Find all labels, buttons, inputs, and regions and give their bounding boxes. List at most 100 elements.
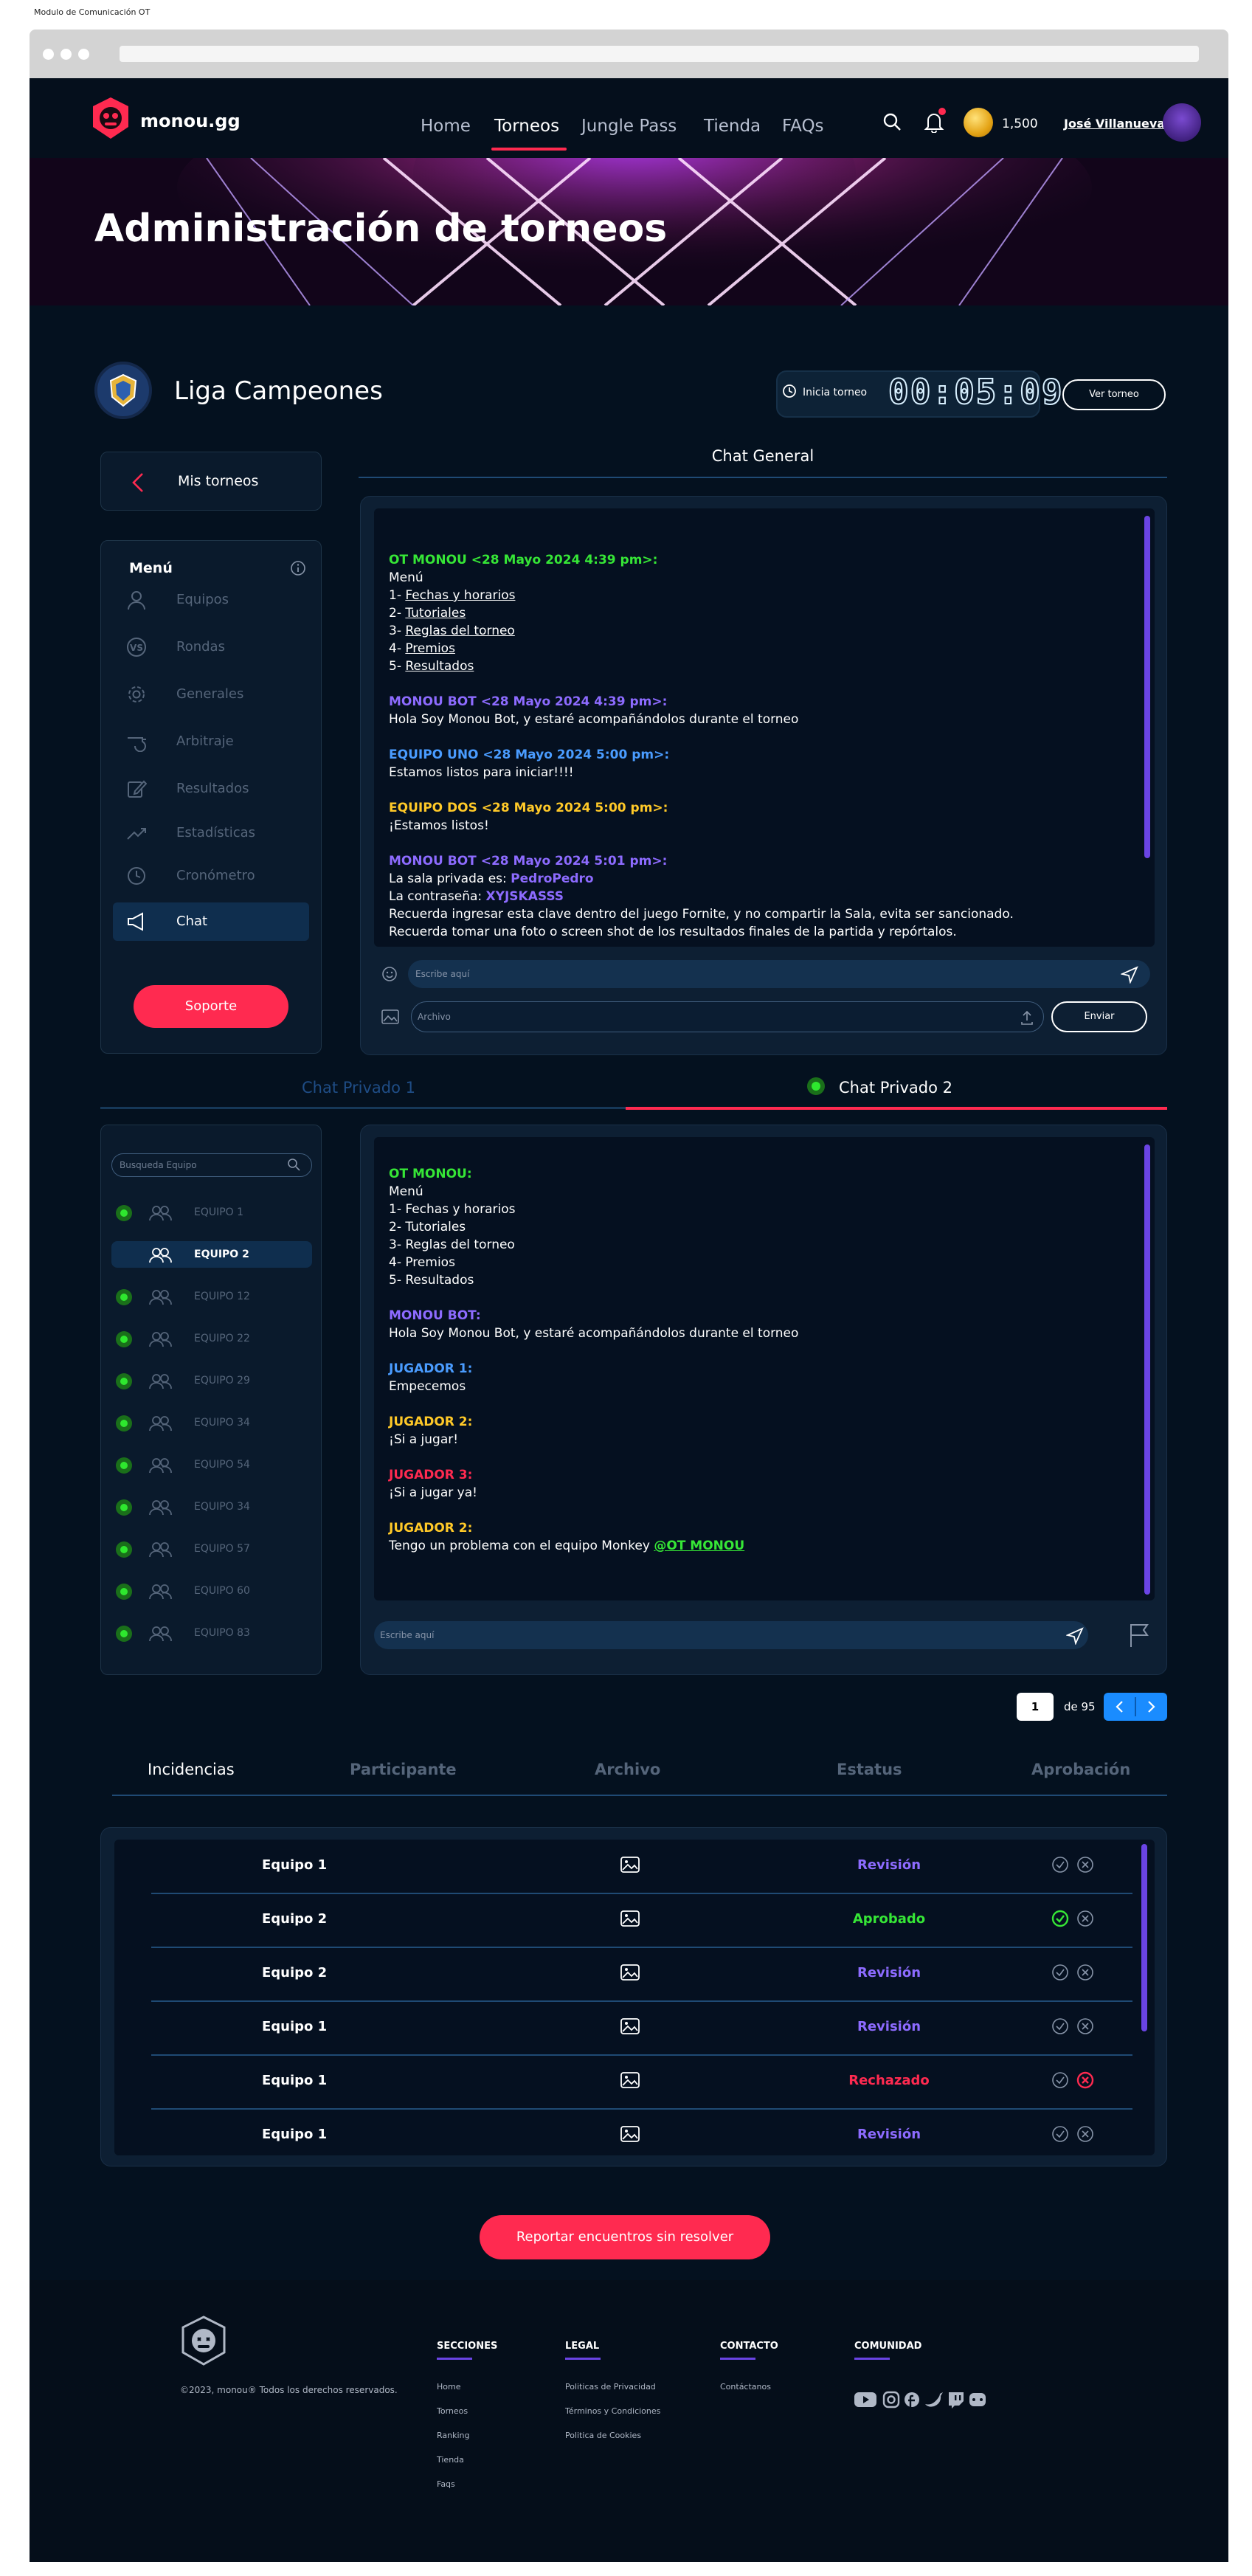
footer-link-cookies[interactable]: Politica de Cookies [565, 2431, 660, 2440]
approve-icon[interactable] [1051, 2017, 1069, 2035]
upload-icon[interactable] [1020, 1010, 1034, 1025]
discord-icon[interactable] [969, 2393, 986, 2406]
image-icon[interactable] [620, 1910, 640, 1927]
image-icon[interactable] [620, 1856, 640, 1874]
sidebar-item-cronometro[interactable]: Cronómetro [113, 857, 309, 895]
file-input[interactable]: Archivo [411, 1001, 1044, 1032]
team-list-item[interactable]: EQUIPO 2 [111, 1241, 312, 1268]
flag-icon[interactable] [1128, 1623, 1150, 1648]
reject-icon[interactable] [1076, 1910, 1094, 1927]
image-icon[interactable] [620, 2017, 640, 2035]
view-tournament-button[interactable]: Ver torneo [1062, 379, 1166, 410]
message-link[interactable]: Resultados [405, 659, 474, 674]
support-button[interactable]: Soporte [134, 985, 288, 1028]
footer-link-home[interactable]: Home [437, 2382, 497, 2392]
avatar[interactable] [1163, 103, 1201, 142]
monou-logo-icon[interactable] [180, 2316, 227, 2366]
team-search-input[interactable]: Busqueda Equipo [111, 1153, 312, 1177]
message-link[interactable]: Reglas del torneo [405, 624, 514, 638]
column-header-incidencias[interactable]: Incidencias [148, 1761, 235, 1778]
column-header-archivo[interactable]: Archivo [595, 1761, 660, 1778]
send-icon[interactable] [1121, 966, 1138, 984]
window-maximize-dot[interactable] [78, 49, 89, 60]
send-button[interactable]: Enviar [1051, 1001, 1147, 1032]
team-list-item[interactable]: EQUIPO 54 [111, 1451, 312, 1478]
approve-icon[interactable] [1051, 2125, 1069, 2143]
chat-scrollbar[interactable] [1144, 1144, 1150, 1595]
window-minimize-dot[interactable] [60, 49, 72, 60]
sidebar-item-equipos[interactable]: Equipos [113, 581, 309, 619]
message-link[interactable]: @OT MONOU [654, 1539, 744, 1553]
team-list-item[interactable]: EQUIPO 57 [111, 1536, 312, 1562]
image-icon[interactable] [381, 1009, 399, 1025]
general-chat-input[interactable]: Escribe aquí [408, 960, 1150, 988]
image-icon[interactable] [620, 2071, 640, 2089]
sidebar-item-chat[interactable]: Chat [113, 902, 309, 941]
table-scrollbar[interactable] [1141, 1844, 1147, 2031]
reject-icon[interactable] [1076, 2071, 1094, 2089]
footer-link-contact[interactable]: Contáctanos [720, 2382, 778, 2392]
emoji-icon[interactable] [381, 966, 398, 982]
message-link[interactable]: Fechas y horarios [405, 588, 515, 603]
reject-icon[interactable] [1076, 1856, 1094, 1874]
tab-private-chat-2[interactable]: Chat Privado 2 [624, 1079, 1167, 1097]
column-header-aprobacion[interactable]: Aprobación [1031, 1761, 1130, 1778]
back-to-tournaments-button[interactable]: Mis torneos [100, 452, 322, 511]
address-bar[interactable] [120, 46, 1199, 62]
nav-tienda[interactable]: Tienda [704, 117, 761, 136]
private-chat-input[interactable]: Escribe aquí [374, 1621, 1088, 1649]
sidebar-item-estadisticas[interactable]: Estadísticas [113, 814, 309, 852]
info-icon[interactable] [290, 560, 306, 576]
approve-icon[interactable] [1051, 1856, 1069, 1874]
chevron-left-icon[interactable] [1113, 1699, 1127, 1714]
username-link[interactable]: José Villanueva [1064, 117, 1165, 131]
chevron-right-icon[interactable] [1144, 1699, 1158, 1714]
team-list-item[interactable]: EQUIPO 29 [111, 1367, 312, 1394]
monou-logo-icon[interactable] [91, 96, 130, 140]
sidebar-item-resultados[interactable]: Resultados [113, 770, 309, 808]
search-icon[interactable] [882, 112, 902, 131]
sidebar-item-rondas[interactable]: VS Rondas [113, 628, 309, 666]
team-list-item[interactable]: EQUIPO 60 [111, 1578, 312, 1604]
tab-private-chat-1[interactable]: Chat Privado 1 [100, 1079, 617, 1097]
search-icon[interactable] [287, 1158, 300, 1171]
footer-link-terms[interactable]: Términos y Condiciones [565, 2406, 660, 2416]
message-link[interactable]: Tutoriales [405, 606, 466, 621]
sidebar-item-arbitraje[interactable]: Arbitraje [113, 722, 309, 761]
reject-icon[interactable] [1076, 2017, 1094, 2035]
youtube-icon[interactable] [854, 2392, 876, 2407]
footer-link-torneos[interactable]: Torneos [437, 2406, 497, 2416]
approve-icon[interactable] [1051, 1910, 1069, 1927]
reject-icon[interactable] [1076, 1964, 1094, 1981]
chat-scrollbar[interactable] [1144, 516, 1150, 858]
team-list-item[interactable]: EQUIPO 34 [111, 1409, 312, 1436]
team-list-item[interactable]: EQUIPO 34 [111, 1494, 312, 1520]
footer-link-privacy[interactable]: Politicas de Privacidad [565, 2382, 660, 2392]
team-list-item[interactable]: EQUIPO 83 [111, 1620, 312, 1646]
column-header-estatus[interactable]: Estatus [837, 1761, 902, 1778]
nav-faqs[interactable]: FAQs [782, 117, 824, 136]
team-list-item[interactable]: EQUIPO 22 [111, 1325, 312, 1352]
nav-torneos[interactable]: Torneos [494, 117, 559, 136]
team-list-item[interactable]: EQUIPO 1 [111, 1199, 312, 1226]
facebook-icon[interactable] [905, 2392, 919, 2407]
message-link[interactable]: Premios [405, 641, 455, 656]
column-header-participante[interactable]: Participante [350, 1761, 457, 1778]
instagram-icon[interactable] [882, 2391, 900, 2408]
sidebar-item-generales[interactable]: Generales [113, 675, 309, 714]
report-unresolved-button[interactable]: Reportar encuentros sin resolver [480, 2215, 770, 2259]
team-list-item[interactable]: EQUIPO 12 [111, 1283, 312, 1310]
twitter-icon[interactable] [925, 2392, 943, 2407]
footer-link-tienda[interactable]: Tienda [437, 2455, 497, 2465]
twitch-icon[interactable] [949, 2392, 964, 2408]
footer-link-ranking[interactable]: Ranking [437, 2431, 497, 2440]
reject-icon[interactable] [1076, 2125, 1094, 2143]
approve-icon[interactable] [1051, 1964, 1069, 1981]
send-icon[interactable] [1066, 1627, 1084, 1645]
footer-link-faqs[interactable]: Faqs [437, 2479, 497, 2489]
brand-name[interactable]: monou.gg [140, 111, 241, 131]
page-number-input[interactable]: 1 [1017, 1693, 1054, 1721]
nav-jungle-pass[interactable]: Jungle Pass [581, 117, 677, 136]
approve-icon[interactable] [1051, 2071, 1069, 2089]
image-icon[interactable] [620, 1964, 640, 1981]
